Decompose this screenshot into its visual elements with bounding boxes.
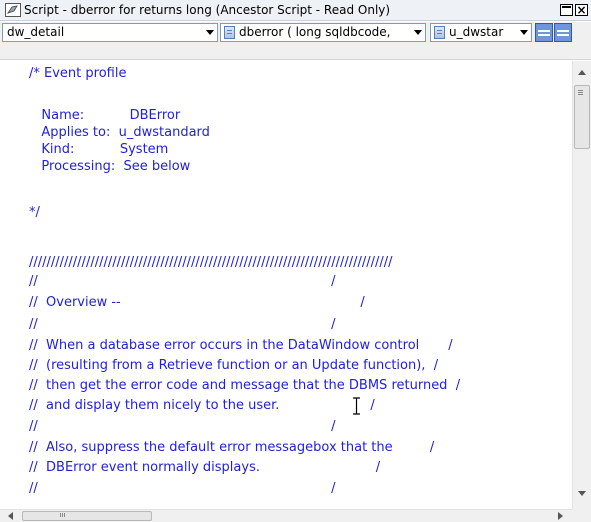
maximize-button[interactable] <box>560 4 573 16</box>
window-title: Script - dberror for returns long (Ances… <box>24 3 391 17</box>
scrollbar-corner <box>572 509 591 522</box>
scroll-right-arrow-icon[interactable] <box>558 512 563 520</box>
script-icon <box>5 3 21 17</box>
code-line: // DBError event normally displays. / <box>29 460 381 475</box>
object-dropdown[interactable]: dw_detail <box>2 23 218 42</box>
horizontal-scrollbar[interactable] <box>0 509 572 522</box>
horizontal-scroll-thumb[interactable] <box>22 511 152 521</box>
text-cursor-icon <box>353 397 360 415</box>
grip-icon <box>60 513 61 517</box>
vertical-scrollbar[interactable] <box>572 61 591 509</box>
code-line: // When a database error occurs in the D… <box>29 338 453 353</box>
code-line: // / <box>29 274 336 289</box>
chevron-down-icon <box>206 30 214 35</box>
code-line: // / <box>29 419 336 434</box>
code-line: Applies to: u_dwstandard <box>29 125 210 140</box>
code-line: ////////////////////////////////////////… <box>29 255 393 270</box>
event-dropdown[interactable]: dberror ( long sqldbcode, <box>220 23 426 42</box>
code-line: // Overview -- / <box>29 295 365 310</box>
script-editor[interactable]: /* Event profile Name: DBError Applies t… <box>0 61 572 509</box>
code-line: Name: DBError <box>29 108 181 123</box>
window-title-bar: Script - dberror for returns long (Ances… <box>0 0 591 21</box>
close-button[interactable]: × <box>575 4 588 16</box>
code-line: // then get the error code and message t… <box>29 378 461 393</box>
code-line: // Also, suppress the default error mess… <box>29 440 435 455</box>
script-toolbar: dw_detail dberror ( long sqldbcode, u_dw… <box>0 22 591 60</box>
code-line: // / <box>29 481 336 496</box>
ancestor-list-icon <box>434 26 445 39</box>
ancestor-dropdown[interactable]: u_dwstar <box>430 23 532 42</box>
split-vertical-button[interactable] <box>554 23 572 42</box>
ancestor-dropdown-value: u_dwstar <box>449 25 504 39</box>
event-dropdown-value: dberror ( long sqldbcode, <box>239 25 391 39</box>
chevron-down-icon <box>414 30 422 35</box>
code-line: Kind: System <box>29 142 169 157</box>
scroll-up-arrow-icon[interactable] <box>578 70 586 75</box>
grip-icon <box>578 90 583 91</box>
event-list-icon <box>224 26 235 39</box>
scroll-down-arrow-icon[interactable] <box>578 491 586 496</box>
code-line: */ <box>29 205 40 220</box>
chevron-down-icon <box>520 30 528 35</box>
object-dropdown-value: dw_detail <box>7 25 65 39</box>
code-line: /* Event profile <box>29 66 127 81</box>
vertical-scroll-thumb[interactable] <box>574 85 590 149</box>
split-horizontal-button[interactable] <box>535 23 553 42</box>
code-line: // / <box>29 317 336 332</box>
scroll-left-arrow-icon[interactable] <box>8 512 13 520</box>
code-line: // and display them nicely to the user. … <box>29 398 375 413</box>
code-line: Processing: See below <box>29 159 191 174</box>
code-line: // (resulting from a Retrieve function o… <box>29 358 439 373</box>
